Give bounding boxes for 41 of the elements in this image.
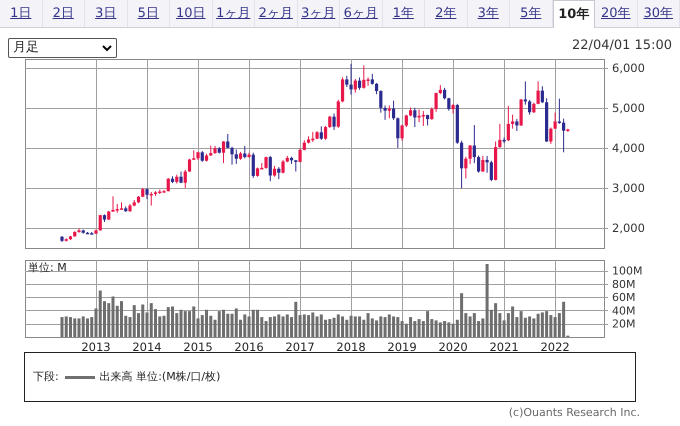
timestamp: 22/04/01 15:00 (572, 37, 672, 55)
axis-label: 3,000 (612, 180, 645, 195)
axis-label: 6,000 (612, 60, 645, 75)
axis-label: 2013 (81, 340, 111, 352)
axis-label: 2021 (489, 340, 519, 352)
axis-label: 80M (612, 278, 636, 291)
period-tab[interactable]: 20年 (595, 0, 638, 27)
axis-label: 2018 (336, 340, 366, 352)
period-tab[interactable]: 3年 (468, 0, 510, 27)
period-tab[interactable]: 2日 (42, 0, 85, 27)
axis-label: 2017 (285, 340, 315, 352)
axis-label: 2022 (540, 340, 570, 352)
axis-label: 5,000 (612, 100, 645, 115)
period-tab[interactable]: 6ヶ月 (340, 0, 382, 27)
legend-label: 出来高 単位:(M株/口/枚) (100, 368, 220, 385)
period-tab[interactable]: 3日 (85, 0, 128, 27)
period-tab[interactable]: 2ヶ月 (255, 0, 298, 27)
period-tab[interactable]: 30年 (638, 0, 680, 27)
period-tab[interactable]: 2年 (425, 0, 468, 27)
axis-label: 2015 (183, 340, 213, 352)
period-tab[interactable]: 1年 (382, 0, 425, 27)
period-tab[interactable]: 10日 (170, 0, 212, 27)
period-tab[interactable]: 1日 (0, 0, 42, 27)
axis-label: 60M (612, 291, 636, 304)
axis-label: 2020 (438, 340, 468, 352)
legend-prefix: 下段: (33, 368, 59, 385)
period-tab[interactable]: 3ヶ月 (298, 0, 340, 27)
period-tab[interactable]: 10年 (552, 0, 595, 28)
chart-type-select[interactable]: 月足 (8, 38, 117, 58)
unit-label: 単位: M (28, 261, 67, 274)
period-tab[interactable]: 5日 (128, 0, 170, 27)
axis-label: 4,000 (612, 140, 645, 155)
axis-label: 100M (612, 264, 642, 278)
axis-label: 2,000 (612, 220, 645, 235)
axis-label: 2016 (234, 340, 264, 352)
copyright-text: (c)Ouants Research Inc. (508, 405, 640, 421)
period-tab[interactable]: 1ヶ月 (212, 0, 255, 27)
axis-label: 40M (612, 304, 636, 318)
axis-label: 2014 (132, 340, 162, 352)
axis-label: 20M (612, 318, 636, 331)
axis-label: 2019 (387, 340, 417, 352)
